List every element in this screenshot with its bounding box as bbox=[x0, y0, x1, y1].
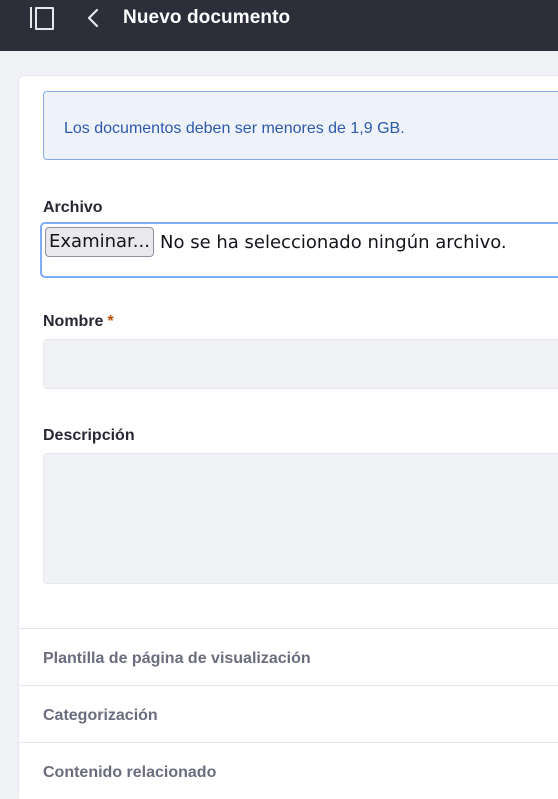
sidebar-toggle-icon[interactable] bbox=[30, 7, 54, 30]
name-input[interactable] bbox=[43, 339, 558, 389]
panel-related-content-label: Contenido relacionado bbox=[43, 764, 217, 781]
info-alert-text: Los documentos deben ser menores de 1,9 … bbox=[64, 120, 405, 137]
panel-display-page-template[interactable]: Plantilla de página de visualización bbox=[19, 628, 558, 685]
panel-categorization-label: Categorización bbox=[43, 707, 158, 724]
panel-display-page-template-label: Plantilla de página de visualización bbox=[43, 650, 311, 667]
page-title: Nuevo documento bbox=[123, 7, 291, 28]
name-label: Nombre * bbox=[43, 313, 114, 331]
file-label: Archivo bbox=[43, 199, 103, 216]
file-status: No se ha seleccionado ningún archivo. bbox=[160, 232, 507, 253]
browse-button[interactable]: Examinar... bbox=[45, 227, 154, 257]
description-label: Descripción bbox=[43, 427, 135, 444]
required-mark: * bbox=[107, 313, 114, 330]
name-label-text: Nombre bbox=[43, 313, 104, 330]
panel-related-content[interactable]: Contenido relacionado bbox=[19, 742, 558, 799]
info-alert: Los documentos deben ser menores de 1,9 … bbox=[43, 91, 558, 160]
top-bar: Nuevo documento bbox=[0, 0, 558, 51]
panel-categorization[interactable]: Categorización bbox=[19, 685, 558, 742]
description-textarea[interactable] bbox=[43, 453, 558, 584]
chevron-left-icon[interactable] bbox=[84, 7, 104, 29]
file-input[interactable]: Examinar... No se ha seleccionado ningún… bbox=[40, 222, 558, 278]
